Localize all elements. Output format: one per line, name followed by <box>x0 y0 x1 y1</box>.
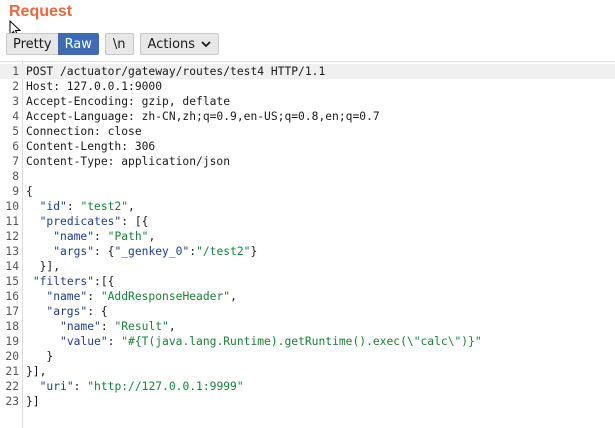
line-text: } <box>26 350 54 363</box>
code-line[interactable]: 18 "name": "Result", <box>0 319 176 334</box>
line-text: "predicates": [{ <box>39 215 149 228</box>
line-number: 3 <box>12 95 19 108</box>
code-line[interactable]: 22 "uri": "http://127.0.0.1:9999" <box>0 379 244 394</box>
line-number: 5 <box>12 125 19 138</box>
line-number: 21 <box>5 365 19 378</box>
line-number: 8 <box>12 170 19 183</box>
line-number: 7 <box>12 155 19 168</box>
line-text: "name": "AddResponseHeader", <box>46 290 237 303</box>
editor-toolbar: Pretty Raw \n Actions <box>6 33 220 55</box>
code-line[interactable]: 13 "args": {"_genkey_0":"/test2"} <box>0 244 257 259</box>
line-text: "value": "#{T(java.lang.Runtime).getRunt… <box>60 335 482 348</box>
chevron-down-icon <box>201 40 211 47</box>
line-text: "name": "Result", <box>60 320 176 333</box>
line-number: 1 <box>12 65 19 78</box>
line-number: 13 <box>5 245 19 258</box>
line-text: "uri": "http://127.0.0.1:9999" <box>39 380 244 393</box>
code-line[interactable]: 6 Content-Length: 306 <box>0 139 155 154</box>
code-line[interactable]: 11 "predicates": [{ <box>0 214 148 229</box>
line-number: 16 <box>5 290 19 303</box>
code-line[interactable]: 9{ <box>0 184 33 199</box>
line-number: 12 <box>5 230 19 243</box>
line-number: 18 <box>5 320 19 333</box>
show-newlines-button[interactable]: \n <box>104 33 134 55</box>
line-text: POST /actuator/gateway/routes/test4 HTTP… <box>26 65 326 78</box>
line-number: 10 <box>5 200 19 213</box>
code-line[interactable]: 4 Accept-Language: zh-CN,zh;q=0.9,en-US;q… <box>0 109 380 124</box>
code-line[interactable]: 10 "id": "test2", <box>0 199 135 214</box>
line-number: 4 <box>12 110 19 123</box>
line-text: Accept-Language: zh-CN,zh;q=0.9,en-US;q=… <box>26 110 380 123</box>
line-number: 15 <box>5 275 19 288</box>
line-number: 9 <box>12 185 19 198</box>
line-text: "id": "test2", <box>39 200 135 213</box>
line-text: Content-Type: application/json <box>26 155 231 168</box>
code-line[interactable]: 7 Content-Type: application/json <box>0 154 230 169</box>
code-line[interactable]: 23}] <box>0 394 40 409</box>
line-text: }] <box>26 395 40 408</box>
panel-title: Request <box>9 3 73 20</box>
code-line[interactable]: 3 Accept-Encoding: gzip, deflate <box>0 94 230 109</box>
line-text: Accept-Encoding: gzip, deflate <box>26 95 231 108</box>
line-number: 6 <box>12 140 19 153</box>
code-line[interactable]: 21}], <box>0 364 46 379</box>
code-line[interactable]: 17 "args": { <box>0 304 108 319</box>
actions-label: Actions <box>147 36 196 52</box>
line-text: Content-Length: 306 <box>26 140 156 153</box>
code-line[interactable]: 1 POST /actuator/gateway/routes/test4 HTT… <box>0 64 615 79</box>
line-text: "filters":[{ <box>32 275 115 288</box>
code-line[interactable]: 12 "name": "Path", <box>0 229 155 244</box>
line-number: 19 <box>5 335 19 348</box>
line-text: "args": { <box>46 305 108 318</box>
code-line[interactable]: 5 Connection: close <box>0 124 142 139</box>
line-text: Connection: close <box>26 125 142 138</box>
line-number: 2 <box>12 80 19 93</box>
line-text: { <box>26 185 33 198</box>
pretty-tab[interactable]: Pretty <box>6 33 58 55</box>
code-line[interactable]: 19 "value": "#{T(java.lang.Runtime).getR… <box>0 334 482 349</box>
line-text: "name": "Path", <box>53 230 156 243</box>
actions-dropdown[interactable]: Actions <box>139 33 220 55</box>
line-number: 22 <box>5 380 19 393</box>
code-line[interactable]: 8 <box>0 169 26 184</box>
raw-tab[interactable]: Raw <box>57 33 99 55</box>
code-line[interactable]: 20 } <box>0 349 53 364</box>
line-text: "args": {"_genkey_0":"/test2"} <box>53 245 258 258</box>
line-number: 11 <box>5 215 19 228</box>
line-number: 14 <box>5 260 19 273</box>
line-number: 23 <box>5 395 19 408</box>
code-line[interactable]: 15 "filters":[{ <box>0 274 114 289</box>
code-line[interactable]: 16 "name": "AddResponseHeader", <box>0 289 237 304</box>
code-line[interactable]: 2 Host: 127.0.0.1:9000 <box>0 79 162 94</box>
code-line[interactable]: 14 }], <box>0 259 60 274</box>
line-number: 20 <box>5 350 19 363</box>
line-text: Host: 127.0.0.1:9000 <box>26 80 163 93</box>
request-editor[interactable]: 1 POST /actuator/gateway/routes/test4 HTT… <box>0 61 615 428</box>
line-text: }], <box>26 260 61 273</box>
line-text: }], <box>26 365 47 378</box>
line-number: 17 <box>5 305 19 318</box>
